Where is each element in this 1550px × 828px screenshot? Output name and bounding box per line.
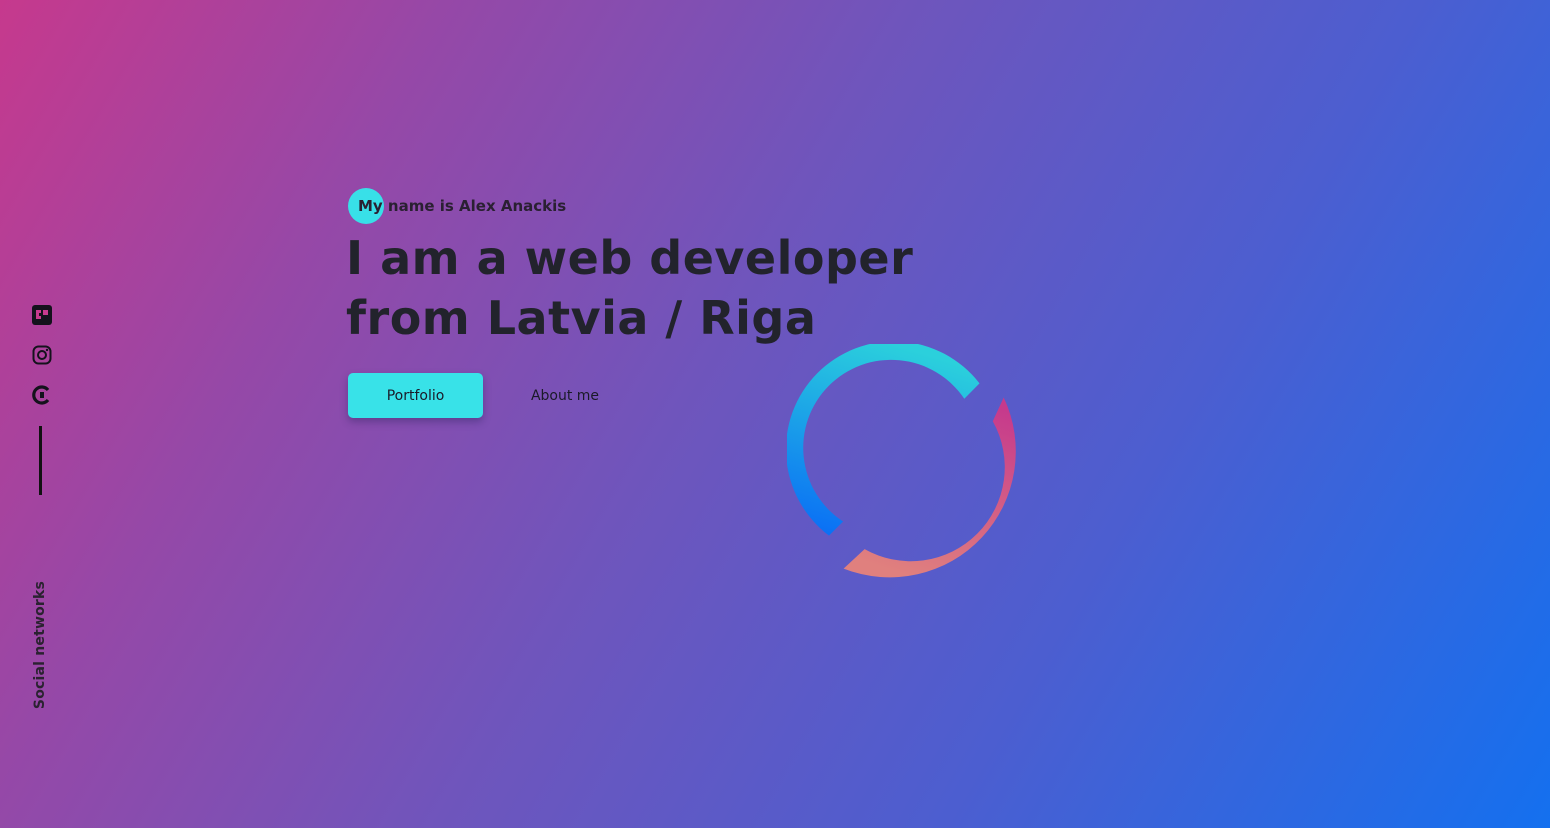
social-divider [39,426,42,495]
intro: My name is Alex Anackis [348,188,566,224]
ring-graphic [787,344,1016,578]
instagram-icon[interactable] [32,345,52,365]
ring-arc-cyan [787,344,980,536]
intro-text: My name is Alex Anackis [358,197,567,215]
page-title: I am a web developer from Latvia / Riga [346,231,914,345]
social-networks-label: Social networks [32,580,48,710]
portfolio-button[interactable]: Portfolio [348,373,483,418]
ring-arc-pink [843,397,1016,578]
about-me-button[interactable]: About me [510,373,620,418]
flickr-icon[interactable] [32,305,52,325]
codepen-icon[interactable] [32,385,52,405]
